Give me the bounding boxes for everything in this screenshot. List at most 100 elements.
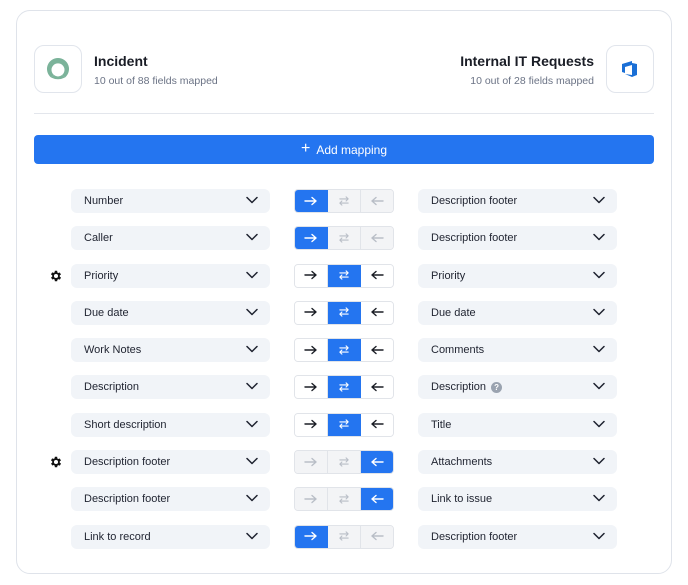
- mapping-row: Priority Priority: [0, 263, 688, 301]
- mapping-row: Description footer Link to issue: [0, 487, 688, 524]
- arrow-left-icon: [370, 343, 384, 358]
- source-field-value: Due date: [84, 306, 129, 319]
- source-field-select[interactable]: Description footer: [71, 487, 270, 512]
- arrows-both-icon: [337, 529, 351, 544]
- arrows-both-icon: [337, 194, 351, 209]
- arrows-both-icon: [337, 492, 351, 507]
- direction-both-button[interactable]: [328, 301, 361, 324]
- target-name: Internal IT Requests: [460, 53, 594, 69]
- help-icon[interactable]: ?: [491, 381, 503, 393]
- direction-left-button[interactable]: [361, 264, 393, 287]
- arrow-right-icon: [304, 305, 318, 320]
- target-field-select[interactable]: Link to issue: [418, 487, 617, 512]
- direction-left-button[interactable]: [361, 451, 393, 474]
- direction-toggle: [294, 300, 394, 325]
- direction-right-button[interactable]: [295, 190, 328, 212]
- target-field-select[interactable]: Description footer: [418, 524, 617, 549]
- chevron-down-icon: [246, 456, 258, 468]
- target-field-select[interactable]: Priority: [418, 263, 617, 288]
- direction-left-button[interactable]: [361, 301, 393, 324]
- direction-both-button[interactable]: [328, 413, 361, 436]
- target-fields-mapped: 10 out of 28 fields mapped: [470, 75, 594, 87]
- source-field-value: Priority: [84, 269, 119, 282]
- header-divider: [34, 113, 654, 114]
- chevron-down-icon: [593, 531, 605, 543]
- arrows-both-icon: [337, 455, 351, 470]
- mapping-row: Work Notes Comments: [0, 338, 688, 375]
- gear-icon[interactable]: [49, 269, 63, 283]
- direction-right-button[interactable]: [295, 339, 328, 362]
- source-field-select[interactable]: Priority: [71, 263, 270, 288]
- arrows-both-icon: [337, 231, 351, 246]
- source-field-select[interactable]: Description: [71, 375, 270, 400]
- direction-left-button[interactable]: [361, 525, 393, 548]
- direction-right-button[interactable]: [295, 301, 328, 324]
- source-field-value: Description: [84, 381, 140, 394]
- arrows-both-icon: [337, 268, 351, 283]
- source-field-select[interactable]: Description footer: [71, 450, 270, 475]
- direction-toggle: [294, 226, 394, 251]
- target-field-select[interactable]: Attachments: [418, 450, 617, 475]
- direction-both-button[interactable]: [328, 190, 361, 212]
- arrow-right-icon: [304, 417, 318, 432]
- arrow-right-icon: [304, 194, 318, 209]
- direction-right-button[interactable]: [295, 264, 328, 287]
- direction-left-button[interactable]: [361, 376, 393, 399]
- connection-header: Incident 10 out of 88 fields mapped Inte…: [34, 45, 654, 95]
- arrow-right-icon: [304, 231, 318, 246]
- direction-both-button[interactable]: [328, 525, 361, 548]
- direction-both-button[interactable]: [328, 339, 361, 362]
- source-field-value: Description footer: [84, 456, 171, 469]
- arrow-left-icon: [370, 231, 384, 246]
- direction-right-button[interactable]: [295, 227, 328, 250]
- target-field-select[interactable]: Description footer: [418, 226, 617, 251]
- direction-left-button[interactable]: [361, 413, 393, 436]
- direction-right-button[interactable]: [295, 451, 328, 474]
- target-field-value: Title: [431, 418, 452, 431]
- add-mapping-button[interactable]: + Add mapping: [34, 135, 654, 164]
- add-mapping-label: Add mapping: [316, 142, 388, 157]
- gear-icon[interactable]: [49, 455, 63, 469]
- azure-devops-logo-icon: [622, 61, 637, 77]
- source-field-select[interactable]: Link to record: [71, 524, 270, 549]
- source-field-select[interactable]: Due date: [71, 300, 270, 325]
- direction-both-button[interactable]: [328, 376, 361, 399]
- target-field-select[interactable]: Comments: [418, 338, 617, 363]
- direction-left-button[interactable]: [361, 339, 393, 362]
- source-field-select[interactable]: Number: [71, 189, 270, 213]
- direction-both-button[interactable]: [328, 488, 361, 511]
- direction-toggle: [294, 450, 394, 475]
- source-field-select[interactable]: Short description: [71, 412, 270, 437]
- direction-right-button[interactable]: [295, 376, 328, 399]
- direction-right-button[interactable]: [295, 413, 328, 436]
- target-field-select[interactable]: Title: [418, 412, 617, 437]
- source-logo: [34, 45, 82, 93]
- direction-right-button[interactable]: [295, 525, 328, 548]
- arrow-right-icon: [304, 380, 318, 395]
- target-field-value: Description footer: [431, 195, 518, 207]
- target-field-select[interactable]: Due date: [418, 300, 617, 325]
- direction-right-button[interactable]: [295, 488, 328, 511]
- target-field-select[interactable]: Description?: [418, 375, 617, 400]
- source-field-select[interactable]: Work Notes: [71, 338, 270, 363]
- source-field-select[interactable]: Caller: [71, 226, 270, 251]
- direction-both-button[interactable]: [328, 451, 361, 474]
- arrow-right-icon: [304, 268, 318, 283]
- arrows-both-icon: [337, 305, 351, 320]
- source-field-value: Number: [84, 195, 124, 207]
- chevron-down-icon: [246, 232, 258, 244]
- direction-both-button[interactable]: [328, 227, 361, 250]
- direction-left-button[interactable]: [361, 227, 393, 250]
- direction-left-button[interactable]: [361, 488, 393, 511]
- source-field-value: Work Notes: [84, 344, 142, 357]
- target-field-select[interactable]: Description footer: [418, 189, 617, 213]
- chevron-down-icon: [593, 456, 605, 468]
- direction-left-button[interactable]: [361, 190, 393, 212]
- direction-both-button[interactable]: [328, 264, 361, 287]
- direction-toggle: [294, 524, 394, 549]
- chevron-down-icon: [246, 270, 258, 282]
- chevron-down-icon: [246, 307, 258, 319]
- source-field-value: Short description: [84, 418, 167, 431]
- mapping-row: Number Description footer: [0, 189, 688, 226]
- arrow-left-icon: [370, 529, 384, 544]
